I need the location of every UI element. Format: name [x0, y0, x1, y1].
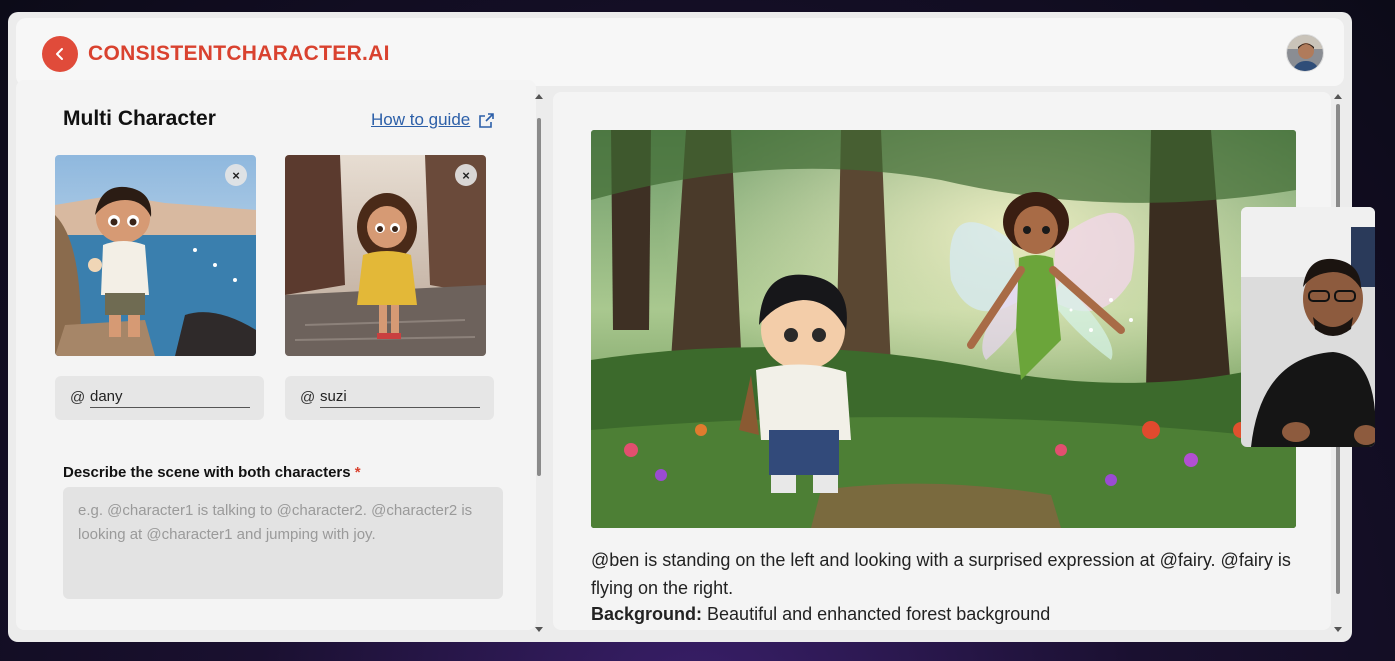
tag-at-symbol: @ [70, 389, 86, 406]
multi-character-panel: Multi Character How to guide × × @ dany … [16, 80, 536, 630]
presenter-webcam-overlay [1241, 207, 1375, 447]
character-image-dany: × [55, 155, 256, 356]
external-link-icon [479, 112, 495, 128]
panel-title: Multi Character [63, 107, 216, 130]
remove-character-button[interactable]: × [455, 164, 477, 186]
app-header: CONSISTENTCHARACTER.AI [16, 18, 1344, 86]
scene-background-line: Background: Beautiful and enhancted fore… [591, 604, 1050, 625]
background-text: Beautiful and enhancted forest backgroun… [707, 604, 1051, 624]
character-tag-box: @ [55, 376, 264, 420]
scene-description-label-text: Describe the scene with both characters [63, 464, 351, 481]
user-avatar[interactable] [1286, 34, 1324, 72]
back-button[interactable] [42, 36, 78, 72]
required-asterisk: * [354, 464, 361, 481]
scene-description-input[interactable] [63, 487, 503, 599]
brand-logo-text[interactable]: CONSISTENTCHARACTER.AI [88, 42, 390, 66]
character-tag-box: @ [285, 376, 494, 420]
result-panel: @ben is standing on the left and looking… [553, 92, 1331, 630]
character-image-suzi: × [285, 155, 486, 356]
background-label: Background: [591, 604, 703, 624]
guide-link-label[interactable]: How to guide [371, 110, 470, 130]
character-tag-input[interactable] [90, 386, 250, 408]
scene-description-label: Describe the scene with both characters … [63, 464, 361, 481]
tag-at-symbol: @ [300, 389, 316, 406]
character-tag-input[interactable] [320, 386, 480, 408]
chevron-left-icon [56, 48, 63, 60]
generated-scene-image [591, 130, 1296, 528]
remove-character-button[interactable]: × [225, 164, 247, 186]
scene-caption: @ben is standing on the left and looking… [591, 550, 1291, 598]
how-to-guide-link[interactable]: How to guide [371, 110, 495, 130]
